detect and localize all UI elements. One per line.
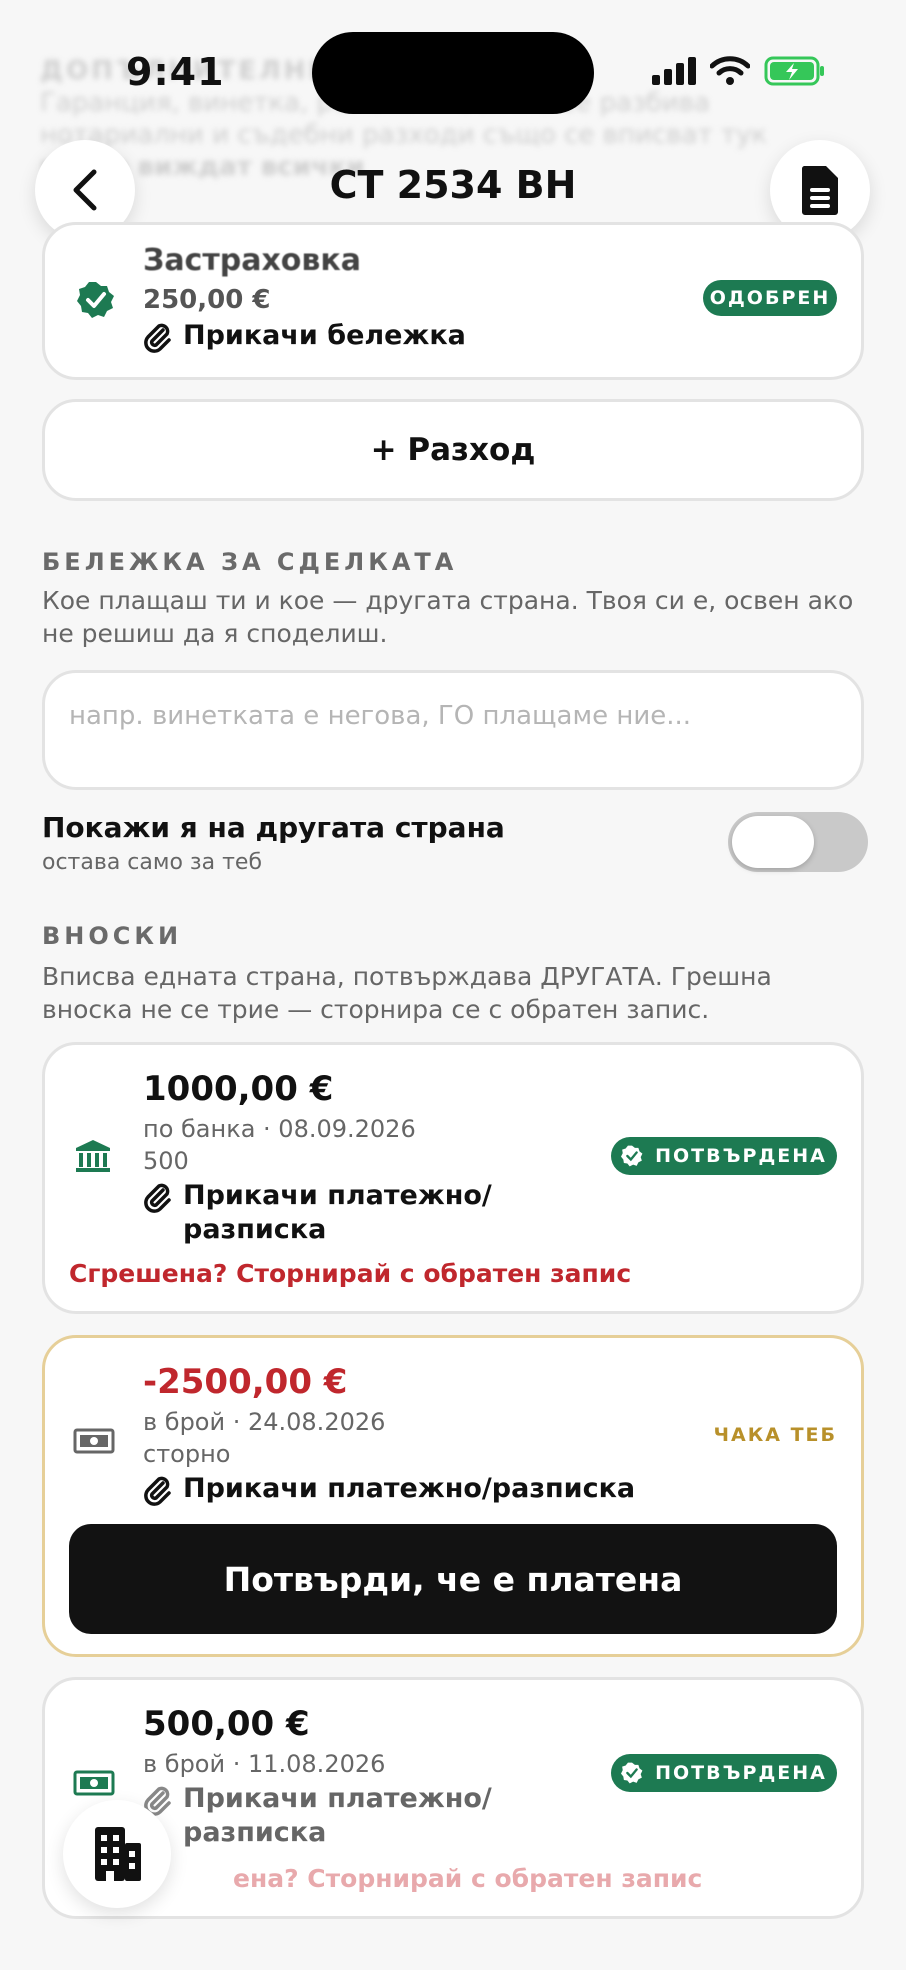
signal-icon	[652, 57, 696, 85]
attach-label-line1: Прикачи платежно/	[183, 1783, 492, 1814]
expense-amount: 250,00 €	[143, 285, 271, 315]
payment-note: сторно	[143, 1440, 231, 1468]
attach-payment-link[interactable]: Прикачи платежно/разписка	[143, 1472, 635, 1506]
share-toggle-sublabel: остава само за теб	[42, 850, 263, 875]
payment-meta: в брой · 11.08.2026	[143, 1750, 386, 1778]
attach-label: Прикачи платежно/разписка	[183, 1473, 636, 1504]
storno-link[interactable]: ена? Сторнирай с обратен запис	[233, 1864, 702, 1893]
deal-note-description: Кое плащаш ти и кое — другата страна. Тв…	[42, 586, 854, 648]
status-badge-approved: ОДОБРЕН	[703, 280, 837, 316]
add-expense-button[interactable]: + Разход	[42, 399, 864, 501]
badge-label: ПОТВЪРДЕНА	[655, 1762, 827, 1784]
status-icons	[652, 56, 826, 86]
attach-label: Прикачи платежно/разписка	[183, 1179, 492, 1247]
payment-card: 500,00 € в брой · 11.08.2026 Прикачи пла…	[42, 1677, 864, 1919]
background-line: нотариални и съдебни разходи също се впи…	[40, 120, 768, 150]
payments-heading: ВНОСКИ	[42, 922, 183, 950]
cash-icon	[73, 1770, 115, 1796]
battery-icon	[764, 56, 824, 86]
dynamic-island	[312, 32, 594, 114]
verified-icon	[621, 1762, 643, 1784]
payment-meta: по банка · 08.09.2026	[143, 1115, 416, 1143]
deal-note-input[interactable]: напр. винетката е негова, ГО плащаме ние…	[42, 670, 864, 790]
payment-meta: в брой · 24.08.2026	[143, 1408, 386, 1436]
badge-label: ОДОБРЕН	[709, 287, 831, 309]
cash-icon	[73, 1428, 115, 1454]
status-badge-pending: ЧАКА ТЕБ	[713, 1424, 837, 1446]
attach-payment-link[interactable]: Прикачи платежно/разписка	[143, 1782, 492, 1850]
document-icon	[801, 166, 838, 215]
confirm-payment-label: Потвърди, че е платена	[223, 1559, 683, 1599]
paperclip-icon	[144, 1476, 171, 1506]
verified-icon	[621, 1145, 643, 1167]
payment-amount: 1000,00 €	[143, 1069, 334, 1109]
attach-label: Прикачи платежно/разписка	[183, 1782, 492, 1850]
expense-card: Застраховка 250,00 € Прикачи бележка ОДО…	[42, 222, 864, 380]
storno-link[interactable]: Сгрешена? Сторнирай с обратен запис	[69, 1259, 631, 1288]
toggle-knob	[732, 816, 814, 868]
verified-icon	[77, 282, 114, 318]
payment-card-pending: -2500,00 € в брой · 24.08.2026 сторно Пр…	[42, 1335, 864, 1657]
payment-note: 500	[143, 1147, 189, 1175]
share-toggle-label: Покажи я на другата страна	[42, 811, 505, 844]
attach-payment-link[interactable]: Прикачи платежно/разписка	[143, 1179, 492, 1247]
attach-label-line2: разписка	[183, 1817, 327, 1848]
confirm-payment-button[interactable]: Потвърди, че е платена	[69, 1524, 837, 1634]
company-fab-button[interactable]	[63, 1800, 171, 1908]
status-badge-confirmed: ПОТВЪРДЕНА	[611, 1754, 837, 1792]
payment-amount: -2500,00 €	[143, 1362, 348, 1402]
paperclip-icon	[144, 1183, 171, 1213]
attach-label-line1: Прикачи платежно/	[183, 1180, 492, 1211]
status-time: 9:41	[126, 50, 225, 94]
payment-card: 1000,00 € по банка · 08.09.2026 500 Прик…	[42, 1042, 864, 1314]
payments-description: Вписва едната страна, потвърждава ДРУГАТ…	[42, 962, 772, 1024]
deal-note-placeholder: напр. винетката е негова, ГО плащаме ние…	[69, 701, 692, 731]
attach-receipt-link[interactable]: Прикачи бележка	[143, 319, 466, 353]
wifi-icon	[710, 56, 750, 85]
payment-amount: 500,00 €	[143, 1704, 310, 1744]
expense-name: Застраховка	[143, 243, 361, 278]
deal-note-heading: БЕЛЕЖКА ЗА СДЕЛКАТА	[42, 548, 458, 576]
status-badge-confirmed: ПОТВЪРДЕНА	[611, 1137, 837, 1175]
paperclip-icon	[144, 323, 171, 353]
share-toggle[interactable]	[728, 812, 868, 872]
add-expense-label: + Разход	[370, 432, 536, 468]
bank-icon	[76, 1140, 110, 1172]
building-icon	[95, 1827, 141, 1881]
attach-label-line2: разписка	[183, 1214, 327, 1245]
attach-label: Прикачи бележка	[183, 320, 466, 351]
badge-label: ПОТВЪРДЕНА	[655, 1145, 827, 1167]
